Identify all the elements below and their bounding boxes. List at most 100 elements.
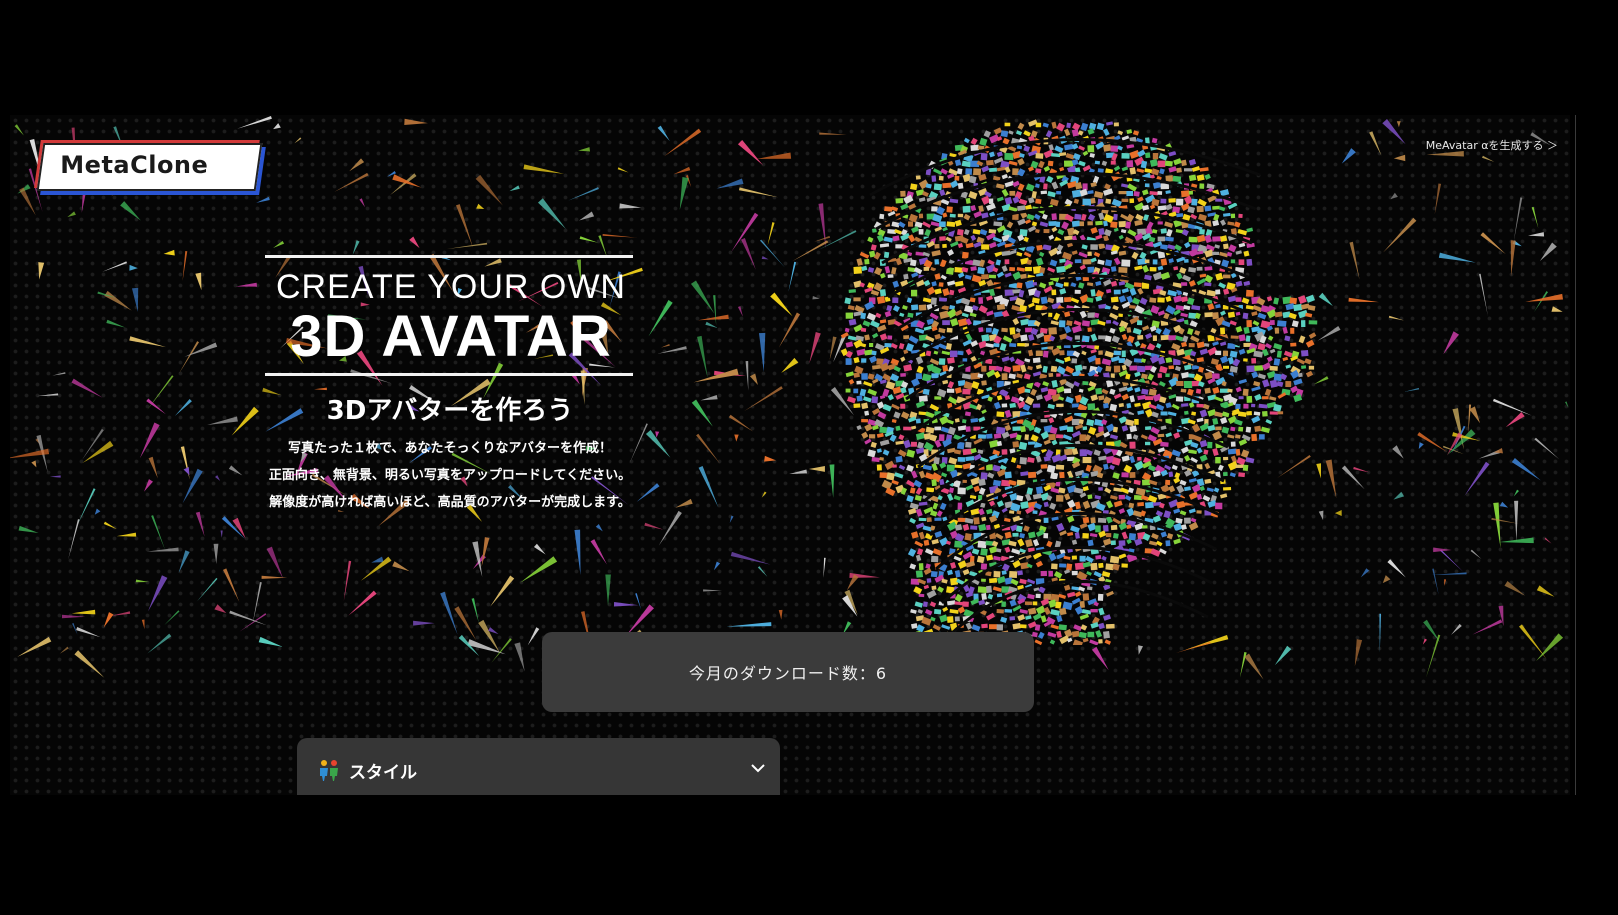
- mosaic-tile: [1227, 388, 1233, 393]
- mosaic-tile: [1167, 411, 1177, 417]
- mosaic-tile: [925, 183, 932, 189]
- logo-text: MetaClone: [60, 151, 209, 179]
- mosaic-tile: [1215, 289, 1221, 295]
- confetti-shard: [1511, 458, 1541, 481]
- mosaic-tile: [977, 434, 987, 439]
- mosaic-tile: [1219, 251, 1229, 258]
- mosaic-tile: [926, 589, 937, 599]
- mosaic-tile: [1242, 388, 1249, 397]
- mosaic-tile: [926, 286, 936, 296]
- mosaic-tile: [1183, 486, 1191, 492]
- mosaic-tile: [894, 472, 904, 479]
- confetti-shard: [664, 128, 702, 157]
- confetti-shard: [690, 280, 715, 314]
- mosaic-tile: [965, 197, 971, 204]
- mosaic-tile: [999, 343, 1007, 352]
- confetti-shard: [1422, 638, 1427, 645]
- mosaic-tile: [1137, 228, 1147, 236]
- mosaic-tile: [909, 487, 916, 494]
- confetti-shard: [454, 606, 477, 641]
- confetti-shard: [1472, 619, 1503, 635]
- mosaic-tile: [1127, 183, 1138, 192]
- mosaic-tile: [1238, 426, 1244, 432]
- mosaic-tile: [1047, 403, 1055, 410]
- mosaic-tile: [1168, 365, 1175, 370]
- mosaic-tile: [973, 517, 980, 525]
- mosaic-tile: [1257, 343, 1266, 351]
- mosaic-tile: [1016, 373, 1023, 379]
- mosaic-tile: [1125, 221, 1132, 229]
- mosaic-tile: [875, 312, 882, 319]
- mosaic-tile: [1191, 380, 1200, 387]
- generate-meavatar-link[interactable]: MeAvatar αを生成する ＞: [1426, 137, 1558, 153]
- confetti-shard: [258, 636, 283, 647]
- mosaic-tile: [1221, 426, 1230, 434]
- confetti-shard: [679, 176, 689, 210]
- mosaic-tile: [1113, 500, 1123, 508]
- mosaic-tile: [1246, 227, 1254, 233]
- mosaic-tile: [947, 396, 958, 405]
- mosaic-tile: [989, 151, 995, 158]
- mosaic-tile: [1137, 502, 1145, 507]
- title-bottom-rule: [265, 373, 633, 376]
- mosaic-tile: [1016, 464, 1022, 469]
- mosaic-tile: [1196, 510, 1202, 514]
- mosaic-tile: [1123, 464, 1133, 474]
- mosaic-tile: [1074, 501, 1081, 510]
- mosaic-tile: [911, 531, 919, 539]
- mosaic-tile: [1082, 150, 1089, 157]
- confetti-shard: [1451, 623, 1462, 635]
- mosaic-tile: [1109, 403, 1118, 412]
- mosaic-tile: [996, 593, 1003, 598]
- mosaic-tile: [1148, 236, 1156, 243]
- mosaic-tile: [1023, 251, 1032, 258]
- confetti-shard: [1091, 646, 1109, 671]
- mosaic-tile: [1067, 591, 1076, 598]
- mosaic-tile: [914, 601, 924, 608]
- mosaic-tile: [934, 226, 943, 232]
- mosaic-tile: [1217, 464, 1224, 471]
- mosaic-tile: [1253, 381, 1261, 387]
- mosaic-tile: [1229, 365, 1238, 373]
- mosaic-tile: [1082, 637, 1089, 643]
- mosaic-tile: [1243, 358, 1248, 362]
- mosaic-tile: [1047, 631, 1057, 638]
- mosaic-tile: [1051, 516, 1059, 521]
- mosaic-tile: [1001, 373, 1008, 380]
- mosaic-tile: [1027, 365, 1033, 371]
- mosaic-tile: [1126, 213, 1135, 223]
- mosaic-tile: [1251, 371, 1259, 379]
- mosaic-tile: [1245, 335, 1251, 342]
- mosaic-tile: [1145, 501, 1154, 509]
- mosaic-tile: [1035, 560, 1044, 568]
- mosaic-tile: [1035, 364, 1043, 370]
- mosaic-tile: [1150, 426, 1160, 435]
- mosaic-tile: [1168, 471, 1174, 478]
- mosaic-tile: [1199, 273, 1207, 278]
- mosaic-tile: [1173, 295, 1183, 303]
- mosaic-tile: [1028, 349, 1034, 357]
- metaclone-logo[interactable]: MetaClone: [36, 143, 263, 191]
- mosaic-tile: [978, 478, 986, 486]
- mosaic-tile: [949, 609, 959, 614]
- confetti-shard: [71, 609, 96, 615]
- mosaic-tile: [1223, 212, 1231, 217]
- mosaic-tile: [907, 508, 917, 515]
- mosaic-tile: [950, 241, 959, 248]
- mosaic-tile: [1032, 601, 1038, 606]
- mosaic-tile: [1151, 411, 1159, 418]
- style-dropdown[interactable]: スタイル: [297, 738, 780, 795]
- mosaic-tile: [1050, 320, 1060, 326]
- mosaic-tile: [864, 410, 870, 416]
- mosaic-tile: [1204, 282, 1212, 287]
- mosaic-tile: [918, 563, 924, 571]
- mosaic-tile: [1298, 372, 1303, 378]
- mosaic-tile: [1260, 305, 1269, 313]
- mosaic-tile: [1101, 358, 1112, 366]
- mosaic-tile: [1196, 493, 1203, 501]
- mosaic-tile: [1065, 396, 1074, 404]
- mosaic-tile: [1017, 386, 1027, 395]
- mosaic-tile: [1121, 425, 1129, 432]
- mosaic-tile: [847, 396, 857, 404]
- confetti-shard: [1383, 217, 1417, 253]
